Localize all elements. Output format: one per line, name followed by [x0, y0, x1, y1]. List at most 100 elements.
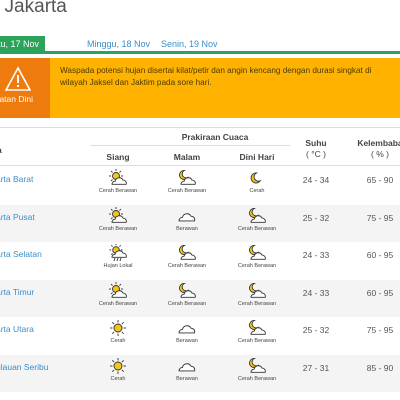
weather-label: Cerah Berawan [98, 225, 138, 232]
weather-label: Cerah [110, 375, 126, 382]
weather-label: Cerah Berawan [237, 375, 277, 382]
weather-label: Hujan Lokal [103, 263, 133, 269]
humidity-value: 65 - 90 [366, 175, 394, 185]
temperature-value: 24 - 33 [302, 287, 330, 298]
forecast-cell-malam: Berawan [157, 357, 217, 382]
partly-cloudy-moon-icon [157, 169, 217, 187]
weather-label: Berawan [176, 225, 198, 232]
tab-day-1[interactable]: tu, 17 Nov [0, 36, 46, 52]
humidity-value: 75 - 95 [366, 325, 394, 335]
forecast-cell-dini: Cerah [227, 169, 287, 194]
weather-label: Cerah Berawan [167, 300, 207, 307]
partly-cloudy-moon-icon [227, 319, 287, 337]
forecast-cell-malam: Cerah Berawan [157, 244, 217, 269]
forecast-cell-dini: Cerah Berawan [227, 319, 287, 344]
partly-cloudy-sun-icon [88, 281, 148, 300]
moon-icon [227, 169, 287, 187]
forecast-cell-dini: Cerah Berawan [227, 244, 287, 269]
forecast-cell-siang: Cerah Berawan [88, 206, 148, 232]
table-row: arta Utara Cerah Berawan Cerah Berawan 25 - … [0, 317, 400, 354]
partly-cloudy-sun-icon [88, 206, 148, 225]
weather-label: Berawan [176, 375, 198, 382]
forecast-cell-dini: Cerah Berawan [227, 357, 287, 382]
partly-cloudy-moon-icon [157, 282, 217, 300]
weather-label: Berawan [176, 338, 198, 344]
humidity-value: 60 - 95 [366, 287, 394, 298]
cloud-icon [157, 207, 217, 225]
weather-label: Cerah Berawan [237, 263, 277, 269]
partly-cloudy-moon-icon [157, 244, 217, 262]
temperature-value: 27 - 31 [302, 362, 330, 373]
humidity-value: 60 - 95 [366, 250, 394, 260]
table-row: arta Selatan Hujan Lokal Cerah Berawan Cera… [0, 242, 400, 279]
temperature-value: 24 - 34 [302, 175, 330, 185]
partly-cloudy-sun-icon [88, 169, 148, 187]
early-warning-label: ngatan Dini [0, 94, 34, 104]
col-header-humidity-unit: ( % ) [371, 149, 389, 159]
forecast-cell-siang: Cerah Berawan [88, 281, 148, 307]
table-header-divider [0, 165, 400, 166]
city-link[interactable]: arta Barat [0, 174, 33, 184]
partly-cloudy-moon-icon [227, 244, 287, 262]
forecast-cell-siang: Cerah [88, 319, 148, 344]
table-row: ulauan Seribu Cerah Berawan Cerah Berawan 27… [0, 354, 400, 392]
city-link[interactable]: arta Timur [0, 287, 34, 297]
table-row: arta Timur Cerah Berawan Cerah Berawan Cera… [0, 279, 400, 317]
city-link[interactable]: ulauan Seribu [0, 362, 48, 372]
partly-cloudy-moon-icon [227, 207, 287, 225]
forecast-cell-malam: Berawan [157, 319, 217, 344]
page-title: I Jakarta [0, 0, 67, 17]
col-header-forecast: Prakiraan Cuaca [181, 132, 249, 142]
forecast-cell-malam: Cerah Berawan [157, 169, 217, 194]
forecast-cell-dini: Cerah Berawan [227, 207, 287, 232]
forecast-cell-siang: Hujan Lokal [88, 244, 148, 269]
temperature-value: 25 - 32 [302, 325, 330, 335]
early-warning-panel: ngatan Dini Waspada potensi hujan disert… [0, 58, 400, 118]
tab-day-3[interactable]: Senin, 19 Nov [161, 36, 218, 52]
forecast-cell-siang: Cerah [88, 357, 148, 382]
tabs-underline [0, 51, 400, 54]
col-header-malam: Malam [173, 152, 201, 162]
tab-day-2[interactable]: Minggu, 18 Nov [87, 36, 150, 52]
col-header-siang: Siang [106, 152, 130, 162]
weather-label: Cerah [110, 338, 126, 344]
humidity-value: 75 - 95 [366, 212, 394, 223]
partly-cloudy-moon-icon [227, 282, 287, 300]
forecast-cell-malam: Berawan [157, 207, 217, 232]
sun-icon [88, 357, 148, 375]
partly-cloudy-moon-icon [227, 357, 287, 375]
rain-sun-icon [88, 244, 148, 262]
col-header-temp: Suhu [305, 138, 327, 148]
table-top-divider [0, 127, 400, 128]
city-link[interactable]: arta Pusat [0, 212, 35, 222]
weather-label: Cerah Berawan [237, 225, 277, 232]
forecast-cell-malam: Cerah Berawan [157, 282, 217, 307]
early-warning-text: Waspada potensi hujan disertai kilat/pet… [60, 66, 372, 87]
sun-icon [88, 319, 148, 337]
cloud-icon [157, 357, 217, 375]
table-row: arta Pusat Cerah Berawan Berawan Cerah Bera… [0, 204, 400, 242]
col-header-humidity: Kelembaba [357, 138, 400, 148]
col-header-area: a [0, 145, 2, 155]
col-header-dini-hari: Dini Hari [239, 152, 275, 162]
temperature-value: 24 - 33 [302, 250, 330, 260]
warning-triangle-icon [5, 66, 31, 91]
temperature-value: 25 - 32 [302, 212, 330, 223]
forecast-header-divider [90, 145, 290, 146]
city-link[interactable]: arta Utara [0, 324, 34, 334]
weather-label: Cerah Berawan [98, 188, 138, 194]
city-link[interactable]: arta Selatan [0, 249, 42, 259]
col-header-temp-unit: ( °C ) [306, 149, 326, 159]
weather-label: Cerah Berawan [167, 263, 207, 269]
weather-label: Cerah Berawan [237, 338, 277, 344]
table-row: arta Barat Cerah Berawan Cerah Berawan Cera… [0, 167, 400, 204]
forecast-cell-siang: Cerah Berawan [88, 169, 148, 194]
weather-label: Cerah Berawan [98, 300, 138, 307]
weather-label: Cerah Berawan [167, 188, 207, 194]
humidity-value: 85 - 90 [366, 362, 394, 373]
cloud-icon [157, 319, 217, 337]
weather-label: Cerah Berawan [237, 300, 277, 307]
early-warning-badge[interactable]: ngatan Dini [0, 58, 50, 118]
weather-label: Cerah [249, 188, 265, 194]
forecast-cell-dini: Cerah Berawan [227, 282, 287, 307]
